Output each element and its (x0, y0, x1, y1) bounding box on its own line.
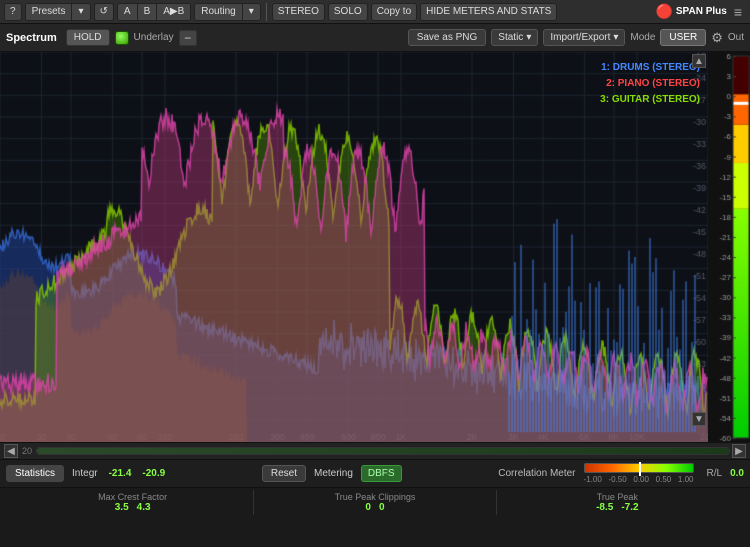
true-peak-clip-label: True Peak Clippings (335, 492, 416, 502)
true-peak-clip-val2: 0 (379, 502, 385, 513)
copy-to-button[interactable]: Copy to (371, 3, 417, 21)
routing-button[interactable]: Routing (195, 4, 242, 20)
save-png-button[interactable]: Save as PNG (408, 29, 487, 46)
true-peak-label: True Peak (597, 492, 638, 502)
separator1 (266, 3, 267, 21)
integr-value1: -21.4 (109, 468, 132, 479)
legend-item-drums: 1: DRUMS (STEREO) (600, 60, 700, 76)
scroll-up[interactable]: ▲ (692, 54, 706, 68)
spectrum-display: 1: DRUMS (STEREO) 2: PIANO (STEREO) 3: G… (0, 52, 708, 442)
vu-canvas (709, 52, 750, 442)
freq-left[interactable]: ◀ (4, 444, 18, 458)
corr-scale: -1.00 -0.50 0.00 0.50 1.00 (584, 475, 694, 484)
stats-bar: Statistics Integr -21.4 -20.9 Reset Mete… (0, 460, 750, 488)
presets-dropdown[interactable]: ▾ (72, 4, 89, 20)
legend-item-piano: 2: PIANO (STEREO) (600, 76, 700, 92)
reset-button[interactable]: Reset (262, 465, 306, 482)
spectrum-canvas (0, 52, 708, 442)
ab-button[interactable]: A▶B (157, 4, 190, 20)
vu-meter-panel (708, 52, 750, 442)
freq-right[interactable]: ▶ (732, 444, 746, 458)
metering-label: Metering (314, 468, 353, 479)
a-button[interactable]: A (118, 4, 138, 20)
max-crest-val1: 3.5 (115, 502, 129, 513)
hold-button[interactable]: HOLD (66, 29, 110, 46)
solo-button[interactable]: SOLO (328, 3, 368, 21)
corr-value: 0.0 (730, 468, 744, 479)
true-peak-clip-group: True Peak Clippings 0 0 (254, 490, 496, 515)
statistics-tab[interactable]: Statistics (6, 465, 64, 482)
max-crest-group: Max Crest Factor 3.5 4.3 (12, 490, 254, 515)
static-dropdown[interactable]: Static▾ (491, 29, 538, 46)
spectrum-label: Spectrum (6, 32, 57, 44)
main-toolbar: ? Presets ▾ ↺ A B A▶B Routing ▾ STEREO S… (0, 0, 750, 24)
scroll-down[interactable]: ▼ (692, 412, 706, 426)
true-peak-values: -8.5 -7.2 (596, 502, 638, 513)
dbfs-button[interactable]: DBFS (361, 465, 402, 482)
corr-meter: -1.00 -0.50 0.00 0.50 1.00 (584, 463, 694, 484)
presets-group: Presets ▾ (25, 3, 91, 21)
main-area: 1: DRUMS (STEREO) 2: PIANO (STEREO) 3: G… (0, 52, 750, 442)
integr-label: Integr (72, 468, 98, 479)
legend-item-guitar: 3: GUITAR (STEREO) (600, 92, 700, 108)
true-peak-val2: -7.2 (621, 502, 638, 513)
gear-icon[interactable]: ⚙ (711, 30, 723, 46)
underlay-minus[interactable]: − (179, 30, 197, 46)
max-crest-val2: 4.3 (137, 502, 151, 513)
stereo-button[interactable]: STEREO (272, 3, 325, 21)
out-label: Out (728, 32, 744, 43)
user-mode-box: USER (660, 29, 706, 46)
true-peak-clip-values: 0 0 (365, 502, 384, 513)
legend: 1: DRUMS (STEREO) 2: PIANO (STEREO) 3: G… (600, 60, 700, 108)
true-peak-clip-val1: 0 (365, 502, 371, 513)
corr-needle (639, 462, 641, 476)
spectrum-toolbar: Spectrum HOLD Underlay − Save as PNG Sta… (0, 24, 750, 52)
true-peak-val1: -8.5 (596, 502, 613, 513)
routing-group: Routing ▾ (194, 3, 261, 21)
ab-group: A B A▶B (117, 3, 191, 21)
hide-meters-button[interactable]: HIDE METERS AND STATS (420, 3, 557, 21)
corr-bar (584, 463, 694, 473)
logo-text: SPAN Plus (676, 6, 727, 17)
presets-button[interactable]: Presets (26, 4, 73, 20)
mode-label: Mode (630, 32, 655, 43)
max-crest-label: Max Crest Factor (98, 492, 167, 502)
b-button[interactable]: B (138, 4, 158, 20)
rl-label: R/L (707, 468, 723, 479)
true-peak-group: True Peak -8.5 -7.2 (497, 490, 738, 515)
corr-meter-label: Correlation Meter (498, 468, 575, 479)
freq-nav-bar: ◀ 20 ▶ (0, 442, 750, 460)
underlay-label: Underlay (134, 32, 174, 43)
hamburger-button[interactable]: ≡ (730, 4, 746, 20)
active-led (115, 31, 129, 45)
freq-nav-label: 20 (22, 446, 32, 456)
stats-details: Max Crest Factor 3.5 4.3 True Peak Clipp… (0, 488, 750, 516)
integr-value2: -20.9 (142, 468, 165, 479)
help-button[interactable]: ? (4, 3, 22, 21)
max-crest-values: 3.5 4.3 (115, 502, 151, 513)
logo: 🔴 SPAN Plus (655, 3, 726, 20)
undo-button[interactable]: ↺ (94, 3, 114, 21)
routing-dropdown[interactable]: ▾ (243, 4, 260, 20)
import-export-dropdown[interactable]: Import/Export▾ (543, 29, 625, 46)
